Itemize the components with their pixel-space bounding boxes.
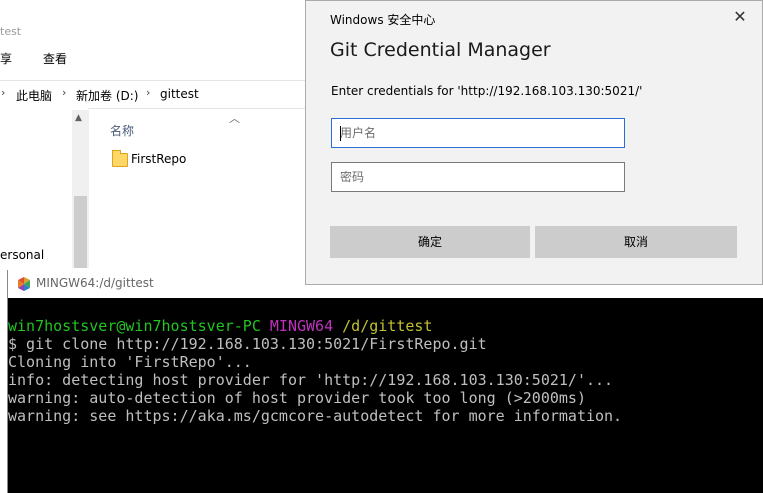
address-bar[interactable]: › 此电脑 › 新加卷 (D:) › gittest [0,80,305,109]
file-name: FirstRepo [131,152,187,166]
menu-view[interactable]: 查看 [43,50,67,67]
terminal-line: warning: see https://aka.ms/gcmcore-auto… [8,407,623,425]
menu-share[interactable]: 享 [0,50,12,67]
terminal-title: MINGW64:/d/gittest [36,276,154,290]
nav-item-personal[interactable]: ersonal [0,248,44,262]
terminal-output[interactable]: win7hostsver@win7hostsver-PC MINGW64 /d/… [8,299,763,493]
ok-button[interactable]: 确定 [330,226,530,258]
dialog-message: Enter credentials for 'http://192.168.10… [331,84,643,98]
terminal-line: Cloning into 'FirstRepo'... [8,353,252,371]
git-bash-icon [18,277,30,291]
prompt-path: /d/gittest [342,317,433,335]
cancel-button[interactable]: 取消 [535,226,737,258]
folder-icon [112,150,128,167]
username-placeholder: 用户名 [340,126,377,140]
username-field[interactable]: 用户名 [331,118,625,148]
breadcrumb-separator-icon: › [146,86,151,99]
dialog-heading: Git Credential Manager [330,39,551,61]
password-field[interactable]: 密码 [331,162,625,192]
breadcrumb-drive-d[interactable]: 新加卷 (D:) [76,87,138,104]
close-icon[interactable]: ✕ [730,7,750,27]
prompt-user-host: win7hostsver@win7hostsver-PC [8,317,261,335]
credential-dialog[interactable]: Windows 安全中心 ✕ Git Credential Manager En… [305,0,763,285]
nav-scrollbar[interactable]: ▲ [72,110,89,268]
breadcrumb-separator-icon: › [62,86,67,99]
sort-up-icon: ︿ [229,112,240,125]
text-caret [340,126,341,141]
terminal-prompt-line: win7hostsver@win7hostsver-PC MINGW64 /d/… [8,317,432,335]
scroll-thumb[interactable] [74,196,87,268]
terminal-line: info: detecting host provider for 'http:… [8,371,614,389]
breadcrumb-this-pc[interactable]: 此电脑 [16,87,52,104]
column-header-name[interactable]: 名称 [110,122,134,139]
terminal-line: warning: auto-detection of host provider… [8,389,586,407]
dialog-window-title: Windows 安全中心 [330,13,436,27]
scroll-up-icon[interactable]: ▲ [75,113,82,123]
prompt-env: MINGW64 [269,317,334,335]
breadcrumb-separator-icon: › [1,86,6,99]
terminal-window[interactable]: MINGW64:/d/gittest win7hostsver@win7host… [7,270,763,493]
breadcrumb-gittest[interactable]: gittest [160,87,199,101]
explorer-title: test [0,25,22,38]
password-placeholder: 密码 [340,170,365,184]
terminal-line: $ git clone http://192.168.103.130:5021/… [8,335,487,353]
